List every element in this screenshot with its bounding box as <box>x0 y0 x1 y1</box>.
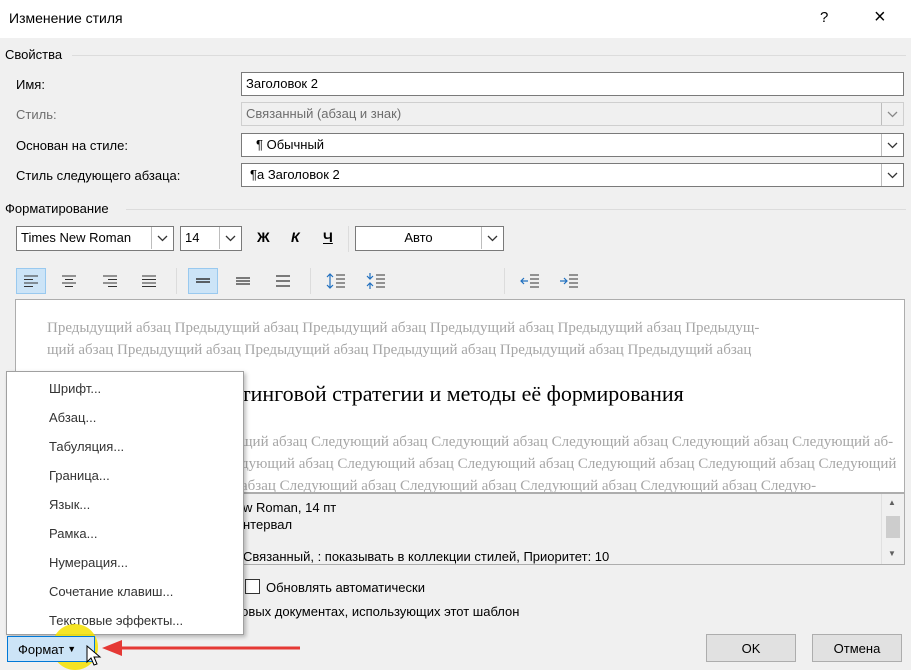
style-type-select[interactable]: Связанный (абзац и знак) <box>241 102 904 126</box>
align-right-icon[interactable] <box>95 268 125 294</box>
single-spacing-icon[interactable] <box>188 268 218 294</box>
toolbar-divider <box>176 268 177 294</box>
chevron-down-icon[interactable] <box>881 164 903 186</box>
format-menu: Шрифт... Абзац... Табуляция... Граница..… <box>6 371 244 635</box>
italic-button[interactable]: К <box>291 229 300 245</box>
one-half-spacing-icon[interactable] <box>228 268 258 294</box>
preview-next-line: абзац Следующий абзац Следующий абзац Сл… <box>241 478 817 493</box>
chevron-down-icon[interactable] <box>219 227 241 249</box>
underline-button[interactable]: Ч <box>323 229 333 245</box>
scroll-up-icon[interactable]: ▲ <box>888 498 896 507</box>
based-on-label: Основан на стиле: <box>16 138 128 153</box>
menu-item-numbering[interactable]: Нумерация... <box>49 555 128 570</box>
toolbar-divider <box>310 268 311 294</box>
preview-next-line: щий абзац Следующий абзац Следующий абза… <box>241 434 894 450</box>
font-value: Times New Roman <box>21 230 132 245</box>
chevron-down-icon[interactable] <box>881 103 903 125</box>
chevron-down-icon[interactable] <box>881 134 903 156</box>
description-line: Связанный, : показывать в коллекции стил… <box>243 549 610 564</box>
caret-down-icon: ▼ <box>67 644 77 654</box>
section-divider <box>72 55 906 56</box>
align-justify-icon[interactable] <box>134 268 164 294</box>
close-button[interactable]: × <box>874 6 886 29</box>
ok-button[interactable]: OK <box>706 634 796 662</box>
font-color-value: Авто <box>404 230 433 245</box>
menu-item-border[interactable]: Граница... <box>49 468 110 483</box>
formatting-section-label: Форматирование <box>5 201 109 216</box>
description-line: нтервал <box>243 517 293 532</box>
size-value: 14 <box>185 230 200 245</box>
menu-item-language[interactable]: Язык... <box>49 497 90 512</box>
menu-item-frame[interactable]: Рамка... <box>49 526 97 541</box>
name-label: Имя: <box>16 77 45 92</box>
based-on-select[interactable]: ¶ Обычный <box>241 133 904 157</box>
menu-item-font[interactable]: Шрифт... <box>49 381 101 396</box>
new-docs-label: новых документах, использующих этот шабл… <box>234 604 520 619</box>
toolbar-divider <box>504 268 505 294</box>
dialog-title: Изменение стиля <box>9 10 123 26</box>
double-spacing-icon[interactable] <box>268 268 298 294</box>
toolbar-divider <box>348 226 349 252</box>
next-style-value: ¶a Заголовок 2 <box>250 167 340 182</box>
section-divider <box>126 209 906 210</box>
preview-sample-text: тинговой стратегии и методы её формирова… <box>241 381 684 406</box>
bold-button[interactable]: Ж <box>257 229 270 245</box>
format-button[interactable]: Формат ▼ <box>7 636 95 662</box>
chevron-down-icon[interactable] <box>151 227 173 249</box>
description-line: w Roman, 14 пт <box>243 500 337 515</box>
based-on-value: ¶ Обычный <box>256 137 325 152</box>
description-scrollbar[interactable]: ▲ ▼ <box>881 494 904 564</box>
next-style-select[interactable]: ¶a Заголовок 2 <box>241 163 904 187</box>
properties-section-label: Свойства <box>5 47 63 62</box>
cancel-button[interactable]: Отмена <box>812 634 902 662</box>
cancel-button-label: Отмена <box>833 640 881 656</box>
align-left-icon[interactable] <box>16 268 46 294</box>
ok-button-label: OK <box>741 640 761 656</box>
chevron-down-icon[interactable] <box>481 227 503 249</box>
preview-previous-line: Предыдущий абзац Предыдущий абзац Предыд… <box>47 320 760 336</box>
arrow-icon <box>102 640 300 656</box>
preview-previous-line: щий абзац Предыдущий абзац Предыдущий аб… <box>47 342 752 358</box>
preview-next-line: дующий абзац Следующий абзац Следующий а… <box>241 456 897 472</box>
menu-item-shortcut[interactable]: Сочетание клавиш... <box>49 584 173 599</box>
style-type-label: Стиль: <box>16 107 57 122</box>
menu-item-paragraph[interactable]: Абзац... <box>49 410 96 425</box>
increase-spacing-icon[interactable] <box>321 268 351 294</box>
scroll-down-icon[interactable]: ▼ <box>888 549 896 558</box>
format-button-label: Формат <box>18 641 65 657</box>
decrease-spacing-icon[interactable] <box>361 268 391 294</box>
increase-indent-icon[interactable] <box>554 268 584 294</box>
auto-update-checkbox[interactable] <box>245 579 260 594</box>
decrease-indent-icon[interactable] <box>515 268 545 294</box>
help-button[interactable]: ? <box>820 9 828 26</box>
align-center-icon[interactable] <box>54 268 84 294</box>
scrollbar-thumb[interactable] <box>886 516 900 538</box>
next-style-label: Стиль следующего абзаца: <box>16 168 181 183</box>
auto-update-label: Обновлять автоматически <box>266 580 425 595</box>
title-bar <box>0 0 911 38</box>
style-type-value: Связанный (абзац и знак) <box>246 106 402 121</box>
name-field[interactable]: Заголовок 2 <box>241 72 904 96</box>
menu-item-tabs[interactable]: Табуляция... <box>49 439 124 454</box>
